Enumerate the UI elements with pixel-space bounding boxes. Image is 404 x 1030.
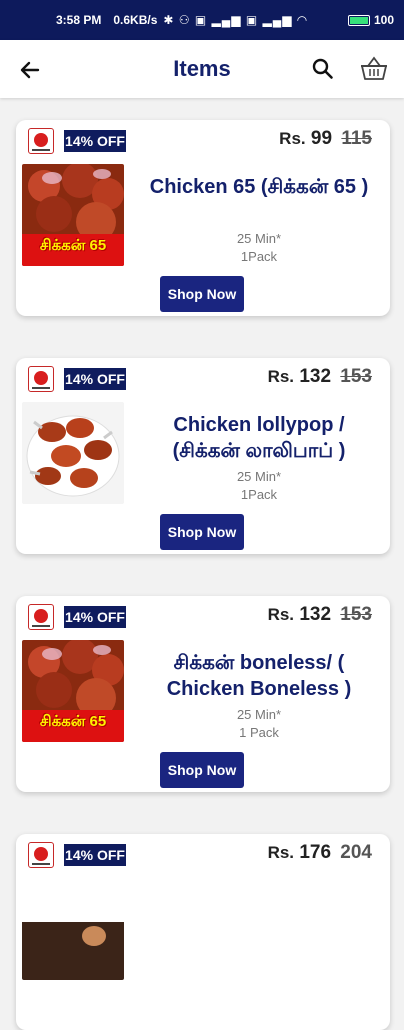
price-value: 176 — [299, 842, 332, 863]
brand-logo — [28, 842, 54, 868]
battery-level: 100 — [373, 13, 394, 27]
item-thumbnail[interactable]: சிக்கன் 65 — [22, 640, 124, 742]
shop-now-button[interactable]: Shop Now — [160, 752, 244, 788]
discount-badge: 14% OFF — [64, 844, 126, 866]
thumbnail-label: சிக்கன் 65 — [39, 713, 107, 730]
old-price: 153 — [340, 366, 372, 387]
item-name[interactable]: Chicken lollypop / (சிக்கன் லாலிபாப் ) — [140, 412, 378, 464]
thumbnail-label: சிக்கன் 65 — [39, 237, 107, 254]
price-value: 99 — [310, 128, 333, 149]
battery-icon — [347, 14, 370, 26]
price: Rs. 176 204 — [268, 842, 372, 864]
item-thumbnail[interactable]: சிக்கன் 65 — [22, 164, 124, 266]
price: Rs. 132 153 — [268, 366, 372, 388]
item-card[interactable]: 14% OFF Rs. 132 153 சிக்கன் 65 சிக்கன் b… — [16, 596, 390, 792]
brand-logo — [28, 128, 54, 154]
item-card[interactable]: 14% OFF Rs. 176 204 — [16, 834, 390, 1030]
old-price: 153 — [340, 604, 372, 625]
item-thumbnail[interactable] — [22, 402, 124, 504]
item-thumbnail[interactable] — [22, 878, 124, 980]
old-price: 204 — [340, 842, 372, 863]
brand-logo — [28, 366, 54, 392]
currency: Rs. — [279, 129, 306, 148]
prep-time: 25 Min* — [236, 469, 282, 484]
item-name[interactable]: சிக்கன் boneless/ ( Chicken Boneless ) — [140, 650, 378, 702]
status-bar: 3:58 PM 0.6KB/s ✱ ⚇ ▣ ▂▄▆ ▣ ▂▄▆ ◠ 100 — [0, 0, 404, 40]
price: Rs. 99 115 — [279, 128, 372, 150]
discount-badge: 14% OFF — [64, 368, 126, 390]
prep-time: 25 Min* — [236, 231, 282, 246]
item-card[interactable]: 14% OFF Rs. 132 153 Chicken lollypop / (… — [16, 358, 390, 554]
item-meta: 25 Min* 1Pack — [140, 230, 378, 266]
pack-size: 1 Pack — [239, 725, 279, 740]
item-card[interactable]: 14% OFF Rs. 99 115 சிக்கன் 65 Chicken 65… — [16, 120, 390, 316]
status-time: 3:58 PM — [56, 13, 102, 27]
currency: Rs. — [267, 367, 295, 386]
app-bar: Items — [0, 40, 404, 98]
item-name[interactable]: Chicken 65 (சிக்கன் 65 ) — [140, 174, 378, 200]
old-price: 115 — [341, 128, 372, 149]
pack-size: 1Pack — [240, 487, 278, 502]
brand-logo — [28, 604, 54, 630]
prep-time: 25 Min* — [236, 707, 282, 722]
search-icon[interactable] — [310, 56, 336, 82]
shop-now-button[interactable]: Shop Now — [160, 276, 244, 312]
back-arrow-icon[interactable] — [16, 56, 44, 84]
price: Rs. 132 153 — [268, 604, 372, 626]
discount-badge: 14% OFF — [64, 130, 126, 152]
status-icons: ✱ ⚇ ▣ ▂▄▆ ▣ ▂▄▆ ◠ — [163, 13, 309, 27]
pack-size: 1Pack — [240, 249, 278, 264]
page-title: Items — [173, 56, 231, 81]
data-speed: 0.6KB/s — [113, 13, 158, 27]
currency: Rs. — [267, 605, 295, 624]
basket-icon[interactable] — [358, 54, 390, 84]
currency: Rs. — [267, 843, 295, 862]
shop-now-button[interactable]: Shop Now — [160, 514, 244, 550]
battery-indicator: 100 — [347, 13, 394, 27]
discount-badge: 14% OFF — [64, 606, 126, 628]
price-value: 132 — [299, 604, 332, 625]
price-value: 132 — [299, 366, 332, 387]
item-meta: 25 Min* 1 Pack — [140, 706, 378, 742]
item-meta: 25 Min* 1Pack — [140, 468, 378, 504]
